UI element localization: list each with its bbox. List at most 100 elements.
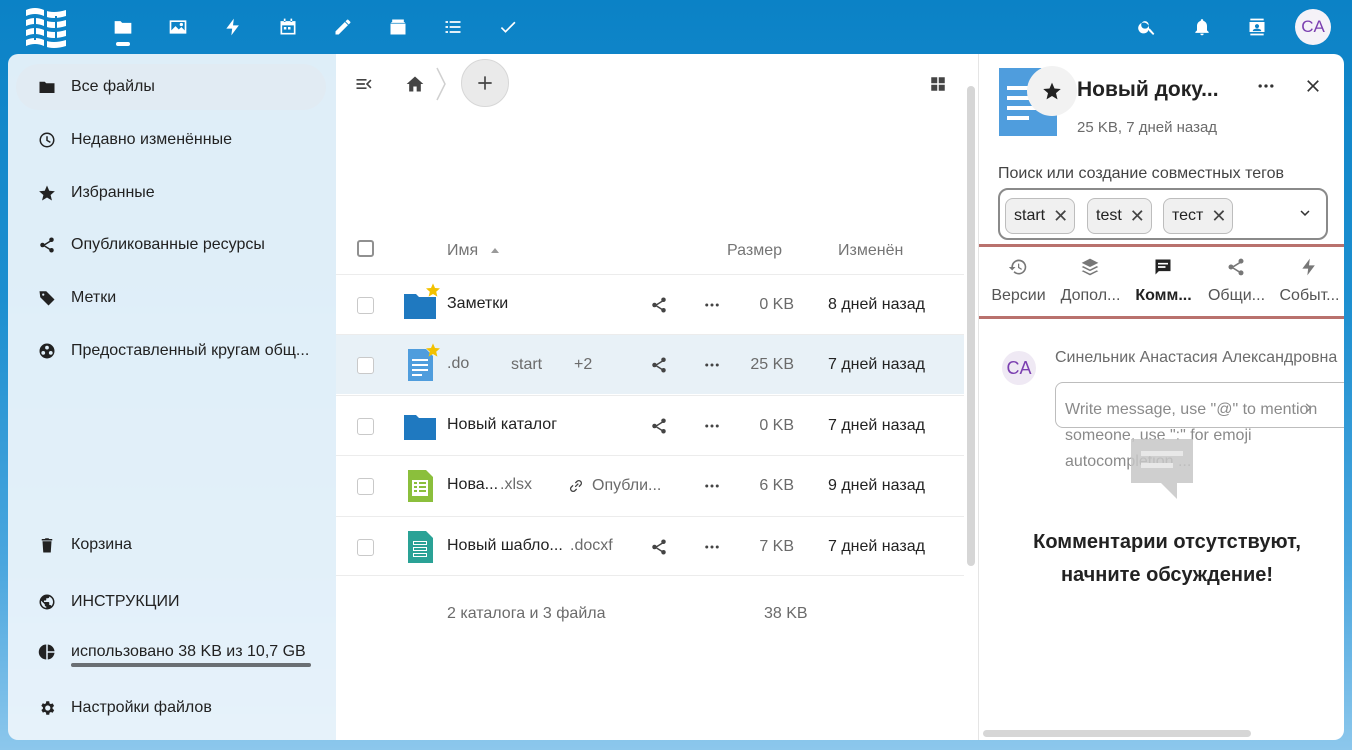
row-checkbox[interactable] [357, 297, 374, 314]
more-actions-icon[interactable] [703, 538, 721, 556]
tab-label: Событ... [1279, 287, 1340, 304]
more-actions-icon[interactable] [703, 296, 721, 314]
table-row[interactable]: Новый шабло... .docxf 7 KB 7 дней назад [336, 516, 964, 576]
close-icon[interactable] [1303, 76, 1325, 98]
nav-item-shares[interactable]: Опубликованные ресурсы [16, 222, 326, 268]
search-icon[interactable] [1132, 12, 1162, 42]
file-modified: 7 дней назад [828, 417, 925, 434]
row-checkbox[interactable] [357, 539, 374, 556]
tab-label: Допол... [1060, 287, 1121, 304]
deck-icon[interactable] [383, 12, 413, 42]
toggle-navigation-icon[interactable] [353, 73, 375, 95]
favorite-toggle-button[interactable] [1027, 66, 1077, 116]
files-icon[interactable] [108, 12, 138, 42]
table-row[interactable]: Нова... .xlsx Опубли... 6 KB 9 дней наза… [336, 455, 964, 515]
vertical-scrollbar[interactable] [967, 86, 975, 566]
tag-chip[interactable]: test ✕ [1087, 198, 1152, 234]
file-name[interactable]: Новый каталог [447, 416, 557, 434]
more-actions-icon[interactable] [1256, 76, 1276, 96]
row-checkbox[interactable] [357, 478, 374, 495]
file-extension: .xlsx [500, 476, 532, 493]
comments-empty-icon [1131, 439, 1193, 499]
grid-view-icon[interactable] [927, 73, 949, 95]
remove-tag-icon[interactable]: ✕ [1053, 206, 1068, 227]
share-icon[interactable] [650, 296, 668, 314]
tags-label: Поиск или создание совместных тегов [998, 165, 1285, 182]
table-row[interactable]: .do start +2 25 KB 7 дней назад [336, 334, 964, 394]
share-icon[interactable] [650, 356, 668, 374]
remove-tag-icon[interactable]: ✕ [1130, 206, 1145, 227]
more-actions-icon[interactable] [703, 417, 721, 435]
chevron-down-icon[interactable] [1296, 204, 1314, 222]
more-actions-icon[interactable] [703, 356, 721, 374]
notes-icon[interactable] [328, 12, 358, 42]
tag-chip[interactable]: тест ✕ [1163, 198, 1234, 234]
globe-icon [38, 593, 56, 611]
nav-item-label: Недавно изменённые [71, 131, 232, 148]
tab-activity[interactable]: Событ... [1273, 247, 1344, 317]
spreadsheet-icon [403, 469, 437, 503]
row-checkbox[interactable] [357, 418, 374, 435]
remove-tag-icon[interactable]: ✕ [1211, 206, 1226, 227]
more-actions-icon[interactable] [703, 477, 721, 495]
user-avatar[interactable]: CA [1295, 9, 1331, 45]
file-name[interactable]: Заметки [447, 295, 508, 313]
file-name[interactable]: Новый шабло... [447, 537, 563, 555]
contacts-icon[interactable] [1242, 12, 1272, 42]
share-icon[interactable] [650, 538, 668, 556]
tab-sharing[interactable]: Общи... [1200, 247, 1273, 317]
file-size: 7 KB [759, 538, 794, 555]
form-template-icon [403, 530, 437, 564]
tags-input[interactable]: start ✕ test ✕ тест ✕ [998, 188, 1328, 240]
file-tag: start [511, 356, 543, 373]
select-all-checkbox[interactable] [357, 240, 374, 257]
tag-chip[interactable]: start ✕ [1005, 198, 1076, 234]
layers-icon [1080, 257, 1100, 277]
nav-item-settings[interactable]: Настройки файлов [16, 685, 326, 731]
nextcloud-logo[interactable] [24, 6, 68, 50]
nav-item-circles[interactable]: Предоставленный кругам общ... [16, 328, 326, 374]
activity-icon [1299, 257, 1319, 277]
column-header-name[interactable]: Имя [447, 242, 499, 260]
nav-item-all-files[interactable]: Все файлы [16, 64, 326, 110]
table-row[interactable]: Заметки 0 KB 8 дней назад [336, 274, 964, 334]
home-icon[interactable] [404, 73, 426, 95]
file-name[interactable]: Нова... [447, 476, 498, 494]
nav-item-quota[interactable]: использовано 38 KB из 10,7 GB [16, 629, 326, 675]
file-name[interactable]: .do [447, 355, 469, 373]
send-arrow-icon[interactable] [1301, 400, 1317, 416]
circles-icon [38, 342, 56, 360]
file-tag-more[interactable]: +2 [574, 356, 592, 374]
lists-icon[interactable] [438, 12, 468, 42]
new-button[interactable] [461, 59, 509, 107]
tag-chip-label: test [1096, 207, 1122, 224]
nav-item-recent[interactable]: Недавно изменённые [16, 117, 326, 163]
activity-icon[interactable] [218, 12, 248, 42]
star-icon [1043, 82, 1061, 100]
column-header-size[interactable]: Размер [727, 242, 782, 260]
nav-item-trash[interactable]: Корзина [16, 522, 326, 568]
shared-link-label[interactable]: Опубли... [592, 477, 661, 495]
favorite-star-icon [425, 342, 441, 358]
nav-item-instructions[interactable]: ИНСТРУКЦИИ [16, 579, 326, 625]
calendar-icon[interactable] [273, 12, 303, 42]
pie-icon [38, 643, 56, 661]
table-row[interactable]: Новый каталог 0 KB 7 дней назад [336, 395, 964, 455]
tasks-icon[interactable] [493, 12, 523, 42]
sidebar-file-meta: 25 KB, 7 дней назад [1077, 119, 1218, 136]
left-navigation: Все файлы Недавно изменённые Избранные О… [8, 54, 336, 740]
column-header-modified[interactable]: Изменён [838, 242, 903, 260]
share-icon[interactable] [650, 417, 668, 435]
nav-item-tags[interactable]: Метки [16, 275, 326, 321]
tab-details[interactable]: Допол... [1054, 247, 1127, 317]
row-checkbox[interactable] [357, 357, 374, 374]
photos-icon[interactable] [163, 12, 193, 42]
horizontal-scrollbar[interactable] [983, 730, 1251, 737]
tab-comments[interactable]: Комм... [1127, 247, 1200, 317]
top-bar: CA [0, 0, 1352, 54]
tab-versions[interactable]: Версии [982, 247, 1055, 317]
trash-icon [38, 536, 56, 554]
bell-icon[interactable] [1187, 12, 1217, 42]
nav-item-label: Все файлы [71, 78, 155, 95]
nav-item-favorites[interactable]: Избранные [16, 170, 326, 216]
